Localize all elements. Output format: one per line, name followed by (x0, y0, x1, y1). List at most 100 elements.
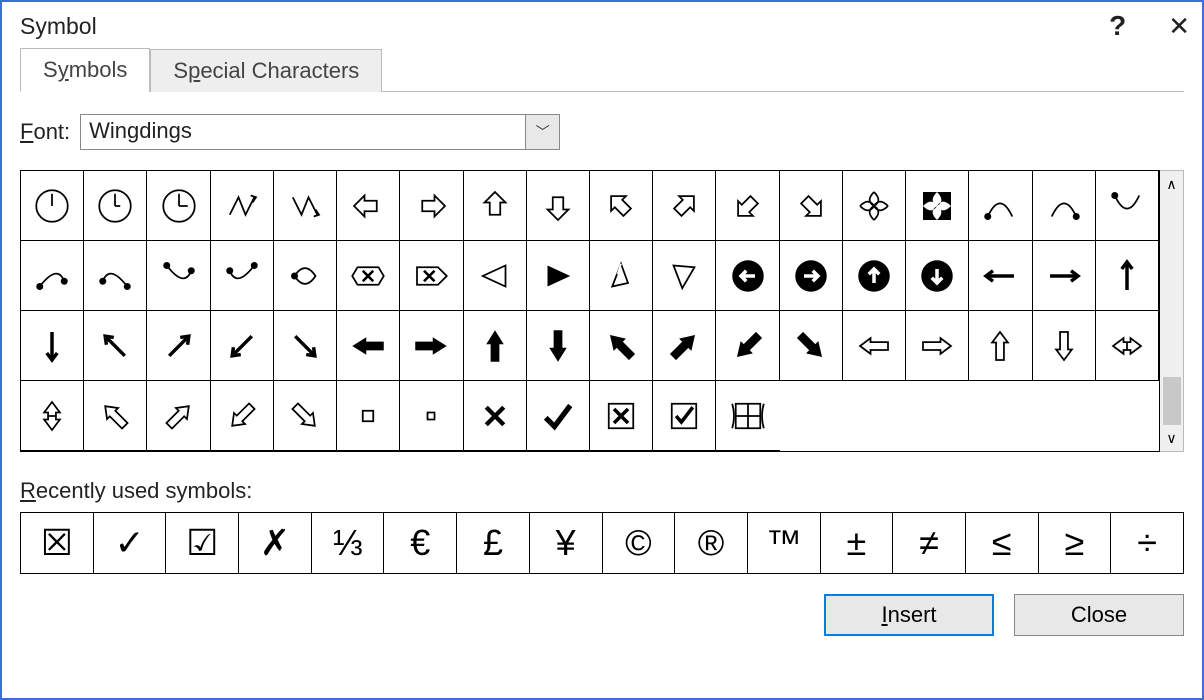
symbol-grid (20, 170, 1160, 452)
recent-trademark[interactable]: ™ (748, 513, 821, 573)
symbol-clock3[interactable] (147, 171, 210, 241)
scroll-up-icon[interactable]: ∧ (1160, 171, 1183, 197)
window-title: Symbol (20, 13, 97, 40)
symbol-circ-up[interactable] (843, 241, 906, 311)
recent-not-equal[interactable]: ≠ (893, 513, 966, 573)
scroll-thumb[interactable] (1163, 377, 1181, 425)
symbol-ribbon-up[interactable] (464, 171, 527, 241)
symbol-hex-x[interactable] (337, 241, 400, 311)
recent-yen[interactable]: ¥ (530, 513, 603, 573)
symbol-window-icon[interactable] (716, 381, 779, 451)
scroll-down-icon[interactable]: ∨ (1160, 425, 1183, 451)
symbol-swoosh4[interactable] (21, 241, 84, 311)
symbol-ribbon-se[interactable] (780, 171, 843, 241)
symbol-arrow-fat-se[interactable] (780, 311, 843, 381)
symbol-box-check[interactable] (653, 381, 716, 451)
symbol-arrow-outline-left[interactable] (843, 311, 906, 381)
symbol-ribbon-down[interactable] (527, 171, 590, 241)
recent-plus-minus[interactable]: ± (821, 513, 894, 573)
symbol-ribbon-right[interactable] (400, 171, 463, 241)
recent-ge[interactable]: ≥ (1039, 513, 1112, 573)
symbol-arrow-outline-nw[interactable] (84, 381, 147, 451)
symbol-arrow-outline-down[interactable] (1033, 311, 1096, 381)
recent-box-x[interactable]: ☒ (21, 513, 94, 573)
symbol-square-small[interactable] (337, 381, 400, 451)
symbol-swoosh7[interactable] (211, 241, 274, 311)
symbol-tri-left[interactable] (464, 241, 527, 311)
symbol-arrow-thin-left[interactable] (969, 241, 1032, 311)
symbol-swoosh8[interactable] (274, 241, 337, 311)
symbol-hex-x-right[interactable] (400, 241, 463, 311)
symbol-arrow-fat-left[interactable] (337, 311, 400, 381)
symbol-x-mark[interactable] (464, 381, 527, 451)
symbol-arrow-fat-ne[interactable] (653, 311, 716, 381)
symbol-arrow-thin-up[interactable] (1096, 241, 1159, 311)
symbol-arrow-outline-se[interactable] (274, 381, 337, 451)
symbol-clock2[interactable] (84, 171, 147, 241)
symbol-circ-right[interactable] (780, 241, 843, 311)
symbol-box-x[interactable] (590, 381, 653, 451)
symbol-square-smaller[interactable] (400, 381, 463, 451)
symbol-ribbon-sw[interactable] (716, 171, 779, 241)
symbol-swoosh3[interactable] (1096, 171, 1159, 241)
window-close-icon[interactable]: ✕ (1168, 11, 1190, 42)
recent-box-check[interactable]: ☑ (166, 513, 239, 573)
recent-euro[interactable]: € (384, 513, 457, 573)
symbol-tri-up[interactable] (590, 241, 653, 311)
symbol-zigzag1[interactable] (211, 171, 274, 241)
recent-x-mark[interactable]: ✗ (239, 513, 312, 573)
symbol-circ-down[interactable] (906, 241, 969, 311)
symbol-arrow-thin-ne[interactable] (147, 311, 210, 381)
symbol-tri-right[interactable] (527, 241, 590, 311)
symbol-ribbon-nw[interactable] (590, 171, 653, 241)
symbol-swoosh5[interactable] (84, 241, 147, 311)
symbol-circ-left[interactable] (716, 241, 779, 311)
symbol-arrow-outline-right[interactable] (906, 311, 969, 381)
recent-le[interactable]: ≤ (966, 513, 1039, 573)
symbol-swoosh2[interactable] (1033, 171, 1096, 241)
recent-check[interactable]: ✓ (94, 513, 167, 573)
symbol-petal[interactable] (843, 171, 906, 241)
recent-label: Recently used symbols: (20, 478, 1184, 504)
symbol-arrow-thin-se[interactable] (274, 311, 337, 381)
symbol-swoosh1[interactable] (969, 171, 1032, 241)
symbol-arrow-thin-down[interactable] (21, 311, 84, 381)
symbol-arrow-outline-ud[interactable] (21, 381, 84, 451)
close-button[interactable]: Close (1014, 594, 1184, 636)
symbol-arrow-outline-ne[interactable] (147, 381, 210, 451)
symbol-tri-down[interactable] (653, 241, 716, 311)
font-select[interactable]: Wingdings ﹀ (80, 114, 560, 150)
font-label: Font: (20, 119, 70, 145)
symbol-arrow-fat-up[interactable] (464, 311, 527, 381)
symbol-ribbon-left[interactable] (337, 171, 400, 241)
scrollbar[interactable]: ∧ ∨ (1160, 170, 1184, 452)
symbol-arrow-fat-sw[interactable] (716, 311, 779, 381)
symbol-check[interactable] (527, 381, 590, 451)
recent-divide[interactable]: ÷ (1111, 513, 1183, 573)
symbol-arrow-fat-down[interactable] (527, 311, 590, 381)
tab-special-characters[interactable]: Special Characters (150, 49, 382, 92)
symbol-arrow-fat-right[interactable] (400, 311, 463, 381)
symbol-zigzag2[interactable] (274, 171, 337, 241)
recent-registered[interactable]: ® (675, 513, 748, 573)
symbol-arrow-outline-lr[interactable] (1096, 311, 1159, 381)
recent-pound[interactable]: £ (457, 513, 530, 573)
tab-symbols[interactable]: Symbols (20, 48, 150, 92)
symbol-arrow-thin-right[interactable] (1033, 241, 1096, 311)
recent-row: ☒✓☑✗⅓€£¥©®™±≠≤≥÷ (20, 512, 1184, 574)
insert-button[interactable]: Insert (824, 594, 994, 636)
symbol-petal-dark[interactable] (906, 171, 969, 241)
symbol-clock1[interactable] (21, 171, 84, 241)
recent-one-third[interactable]: ⅓ (312, 513, 385, 573)
chevron-down-icon[interactable]: ﹀ (525, 115, 559, 149)
symbol-ribbon-ne[interactable] (653, 171, 716, 241)
recent-copyright[interactable]: © (603, 513, 676, 573)
help-button[interactable]: ? (1109, 10, 1126, 42)
symbol-swoosh6[interactable] (147, 241, 210, 311)
symbol-arrow-thin-sw[interactable] (211, 311, 274, 381)
symbol-arrow-thin-nw[interactable] (84, 311, 147, 381)
tab-bar: Symbols Special Characters (20, 48, 1184, 92)
symbol-arrow-outline-sw[interactable] (211, 381, 274, 451)
symbol-arrow-outline-up[interactable] (969, 311, 1032, 381)
symbol-arrow-fat-nw[interactable] (590, 311, 653, 381)
